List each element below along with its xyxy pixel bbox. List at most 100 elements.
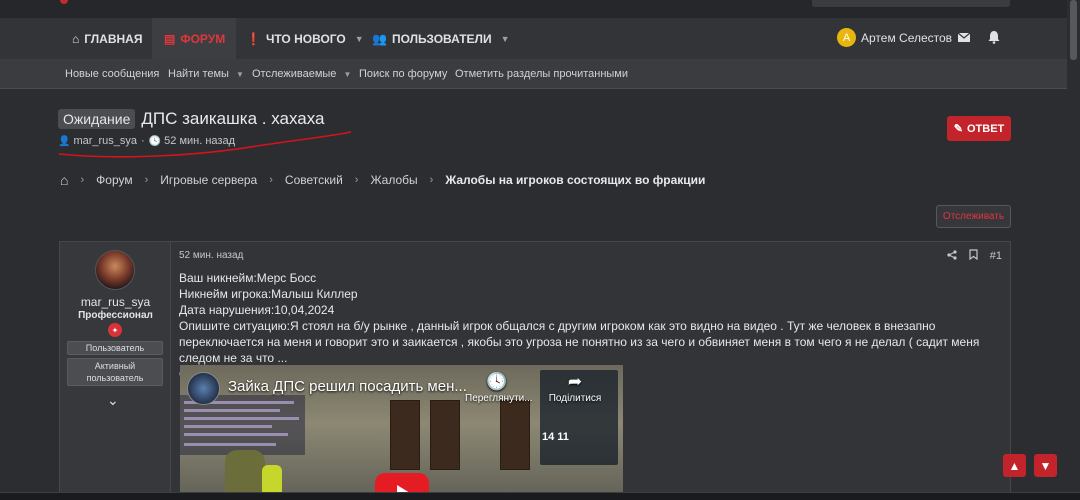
user-icon: 👤 xyxy=(58,135,71,147)
post-author-role: Профессионал xyxy=(78,310,153,321)
subnav-mark-read[interactable]: Отметить разделы прочитанными xyxy=(455,68,628,80)
status-badge[interactable]: Ожидание xyxy=(58,109,136,129)
bookmark-icon[interactable] xyxy=(969,249,978,263)
reply-button[interactable]: ✎ ОТВЕТ xyxy=(947,116,1011,141)
user-tag: Активный пользователь xyxy=(67,358,163,386)
role-badge-icon: ✦ xyxy=(108,323,122,337)
bell-icon[interactable] xyxy=(987,30,1001,44)
chat-line xyxy=(184,433,288,436)
scroll-down-button[interactable]: ▼ xyxy=(1034,454,1057,477)
subnav-watched-label: Отслеживаемые xyxy=(252,68,337,80)
post-number[interactable]: #1 xyxy=(990,250,1002,262)
channel-avatar[interactable] xyxy=(187,372,220,405)
avatar[interactable] xyxy=(95,250,135,290)
user-name: Артем Селестов xyxy=(861,30,953,45)
follow-button[interactable]: Отслеживать xyxy=(936,205,1011,228)
avatar: А xyxy=(837,28,856,47)
reply-button-label: ОТВЕТ xyxy=(966,122,1005,135)
share-icon[interactable] xyxy=(947,249,957,263)
subnav-find-threads-label: Найти темы xyxy=(168,68,229,80)
chevron-down-icon[interactable]: ▼ xyxy=(501,34,510,44)
post: mar_rus_sya Профессионал ✦ Пользователь … xyxy=(59,241,1011,500)
arrow-down-icon: ▼ xyxy=(1039,458,1052,473)
chevron-right-icon: › xyxy=(354,174,359,186)
tab-users-label: ПОЛЬЗОВАТЕЛИ xyxy=(391,31,492,46)
arrow-up-icon: ▲ xyxy=(1008,458,1021,473)
post-author-name[interactable]: mar_rus_sya xyxy=(60,295,171,309)
breadcrumb-item-current[interactable]: Жалобы на игроков состоящих во фракции xyxy=(445,173,705,187)
tab-whats-new-label: ЧТО НОВОГО xyxy=(265,31,346,46)
chat-line xyxy=(184,425,272,428)
video-hud-value: 14 11 xyxy=(542,431,569,443)
top-strip xyxy=(0,0,1080,18)
home-icon: ⌂ xyxy=(72,31,80,46)
post-line: Опишите ситуацию:Я стоял на б/у рынке , … xyxy=(179,319,980,365)
chat-line xyxy=(184,443,276,446)
chevron-right-icon: › xyxy=(144,174,149,186)
breadcrumb-item[interactable]: Форум xyxy=(96,173,132,187)
chat-line xyxy=(184,417,299,420)
mail-icon[interactable] xyxy=(957,30,971,44)
page-title: ДПС заикашка . хахаха xyxy=(141,109,325,128)
scrollbar-thumb[interactable] xyxy=(1070,0,1077,60)
chevron-right-icon: › xyxy=(269,174,273,186)
page-scrollbar[interactable] xyxy=(1067,0,1080,492)
tab-home[interactable]: ⌂ ГЛАВНАЯ xyxy=(62,18,152,59)
subnav-search-forums[interactable]: Поиск по форуму xyxy=(359,68,447,80)
chevron-down-icon[interactable]: ▼ xyxy=(355,34,364,44)
video-scene-door xyxy=(500,400,530,470)
forum-icon: ▤ xyxy=(164,31,176,46)
video-scene-door xyxy=(430,400,460,470)
breadcrumb-item[interactable]: Советский xyxy=(285,173,343,187)
user-tag: Пользователь xyxy=(67,341,163,355)
clock-icon: 🕓 xyxy=(486,372,508,391)
tab-forum-label: ФОРУМ xyxy=(180,31,226,46)
search-box[interactable] xyxy=(812,0,1010,7)
tab-users[interactable]: 👥 ПОЛЬЗОВАТЕЛИ ▼ xyxy=(372,18,510,59)
subnav-find-threads[interactable]: Найти темы ▼ xyxy=(168,68,244,80)
breadcrumb-item[interactable]: Игровые сервера xyxy=(160,173,257,187)
chat-line xyxy=(184,409,280,412)
chevron-down-icon[interactable]: ▼ xyxy=(343,70,351,79)
sub-navbar: Новые сообщения Найти темы ▼ Отслеживаемы… xyxy=(0,59,1080,89)
breadcrumb: ⌂ › Форум › Игровые сервера › Советский … xyxy=(60,172,705,188)
breadcrumb-item[interactable]: Жалобы xyxy=(370,173,417,187)
video-title[interactable]: Зайка ДПС решил посадить мен... xyxy=(228,378,467,395)
chevron-down-icon[interactable]: ⌄ xyxy=(107,392,119,409)
watch-later-label: Переглянути... xyxy=(465,393,533,404)
chevron-down-icon[interactable]: ▼ xyxy=(236,70,244,79)
chevron-right-icon: › xyxy=(80,174,85,186)
scroll-up-button[interactable]: ▲ xyxy=(1003,454,1026,477)
post-time[interactable]: 52 мин. назад xyxy=(179,250,243,261)
chevron-right-icon: › xyxy=(429,174,434,186)
pencil-icon: ✎ xyxy=(953,123,963,135)
site-logo[interactable] xyxy=(60,0,68,4)
home-icon[interactable]: ⌂ xyxy=(60,172,68,188)
tab-whats-new[interactable]: ❗ ЧТО НОВОГО ▼ xyxy=(246,18,364,59)
whats-new-icon: ❗ xyxy=(246,31,261,46)
post-line: Дата нарушения:10,04,2024 xyxy=(179,303,335,317)
post-line: Ваш никнейм:Мерс Босс xyxy=(179,271,317,285)
thread-title-row: Ожидание ДПС заикашка . хахаха xyxy=(58,109,324,129)
share-arrow-icon: ➦ xyxy=(567,372,583,391)
post-author-panel: mar_rus_sya Профессионал ✦ Пользователь … xyxy=(60,242,171,500)
share-button[interactable]: ➦ Поділитися xyxy=(543,371,607,404)
post-line: Никнейм игрока:Малыш Киллер xyxy=(179,287,358,301)
thread-author[interactable]: mar_rus_sya xyxy=(73,135,137,147)
share-label: Поділитися xyxy=(548,393,602,404)
post-actions: #1 xyxy=(935,249,1002,263)
tab-forum[interactable]: ▤ ФОРУМ xyxy=(152,18,236,59)
watch-later-button[interactable]: 🕓 Переглянути... xyxy=(465,371,533,404)
thread-time[interactable]: 52 мин. назад xyxy=(164,135,235,147)
video-scene-door xyxy=(390,400,420,470)
tab-home-label: ГЛАВНАЯ xyxy=(84,31,143,46)
meta-separator: · xyxy=(141,135,145,147)
user-menu[interactable]: А Артем Селестов xyxy=(837,28,952,47)
thread-meta: 👤 mar_rus_sya · 🕓 52 мин. назад xyxy=(58,135,235,147)
subnav-watched[interactable]: Отслеживаемые ▼ xyxy=(252,68,351,80)
subnav-new-posts[interactable]: Новые сообщения xyxy=(65,68,159,80)
video-embed[interactable]: 14 11 Зайка ДПС решил посадить мен... 🕓 … xyxy=(180,365,623,500)
taskbar xyxy=(0,492,1080,500)
clock-icon: 🕓 xyxy=(148,135,162,147)
users-icon: 👥 xyxy=(372,31,387,46)
